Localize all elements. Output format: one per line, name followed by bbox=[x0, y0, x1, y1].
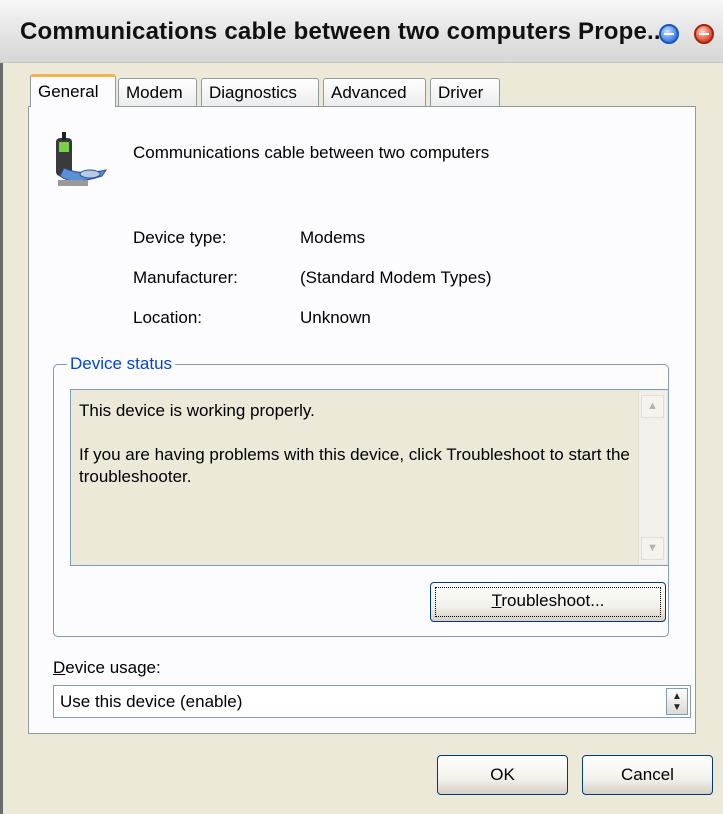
location-value: Unknown bbox=[300, 308, 371, 327]
tab-driver[interactable]: Driver bbox=[430, 78, 500, 106]
window-edge bbox=[0, 62, 3, 814]
device-properties-dialog: Communications cable between two compute… bbox=[0, 0, 723, 814]
status-scrollbar[interactable]: ▲ ▼ bbox=[638, 391, 667, 564]
window-title: Communications cable between two compute… bbox=[20, 18, 668, 45]
scroll-down-arrow-icon[interactable]: ▼ bbox=[641, 537, 664, 560]
device-usage-mnemonic: D bbox=[53, 658, 66, 677]
tab-general[interactable]: General bbox=[30, 74, 116, 107]
device-type-value: Modems bbox=[300, 228, 366, 247]
manufacturer-value: (Standard Modem Types) bbox=[300, 268, 492, 287]
device-status-textbox[interactable]: This device is working properly. If you … bbox=[70, 389, 669, 566]
status-message: This device is working properly. If you … bbox=[79, 400, 634, 510]
device-usage-selected: Use this device (enable) bbox=[60, 692, 243, 711]
device-usage-label: Device usage: bbox=[53, 658, 161, 678]
device-status-legend: Device status bbox=[67, 354, 176, 374]
device-name: Communications cable between two compute… bbox=[133, 143, 490, 162]
focus-rectangle bbox=[435, 587, 661, 617]
manufacturer-label: Manufacturer: bbox=[133, 268, 238, 287]
title-bar[interactable]: Communications cable between two compute… bbox=[0, 0, 723, 63]
close-button[interactable] bbox=[694, 24, 714, 44]
tab-modem[interactable]: Modem bbox=[118, 78, 197, 106]
tab-diagnostics[interactable]: Diagnostics bbox=[201, 78, 319, 106]
device-usage-select[interactable]: Use this device (enable) ▲ ▼ bbox=[53, 685, 691, 718]
modem-phone-icon bbox=[56, 132, 108, 186]
status-line-working: This device is working properly. bbox=[79, 401, 315, 420]
location-label: Location: bbox=[133, 308, 202, 327]
troubleshoot-button[interactable]: Troubleshoot... bbox=[430, 582, 666, 622]
select-spin-arrows-icon[interactable]: ▲ ▼ bbox=[666, 688, 688, 715]
minimize-button[interactable] bbox=[659, 24, 679, 44]
ok-button[interactable]: OK bbox=[437, 755, 568, 795]
cancel-button[interactable]: Cancel bbox=[582, 755, 713, 795]
scroll-up-arrow-icon[interactable]: ▲ bbox=[641, 395, 664, 418]
device-type-label: Device type: bbox=[133, 228, 227, 247]
device-usage-label-text: evice usage: bbox=[65, 658, 161, 677]
tab-advanced[interactable]: Advanced bbox=[323, 78, 426, 106]
status-line-troubleshoot-hint: If you are having problems with this dev… bbox=[79, 445, 630, 486]
